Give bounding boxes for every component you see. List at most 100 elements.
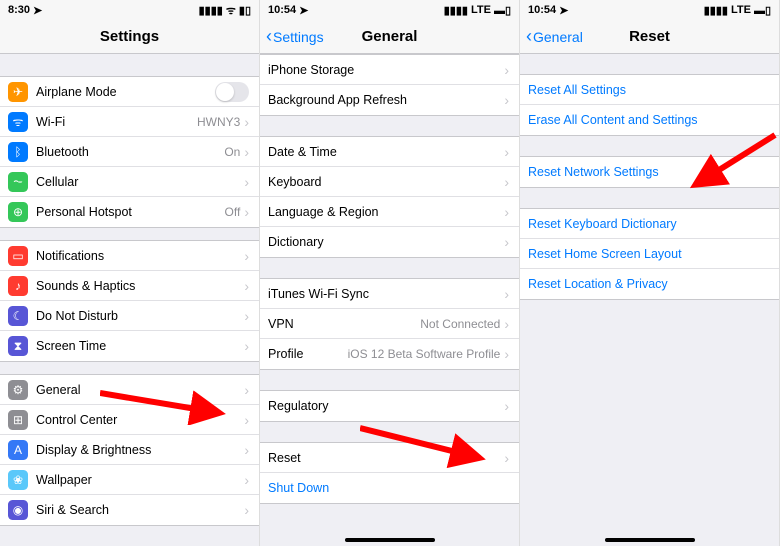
row-iphone-storage[interactable]: iPhone Storage› <box>260 55 519 85</box>
row-general[interactable]: ⚙ General› <box>0 375 259 405</box>
chevron-right-icon: › <box>244 382 249 398</box>
label: Regulatory <box>268 399 504 413</box>
label: Reset Home Screen Layout <box>528 247 769 261</box>
wallpaper-icon: ❀ <box>8 470 28 490</box>
label: Reset Network Settings <box>528 165 769 179</box>
chevron-right-icon: › <box>504 398 509 414</box>
row-display-brightness[interactable]: ADisplay & Brightness› <box>0 435 259 465</box>
row-shut-down[interactable]: Shut Down <box>260 473 519 503</box>
row-reset-all-settings[interactable]: Reset All Settings <box>520 75 779 105</box>
row-airplane-mode[interactable]: ✈Airplane Mode <box>0 77 259 107</box>
label: Profile <box>268 347 348 361</box>
settings-list[interactable]: ✈Airplane ModeᯤWi-FiHWNY3›ᛒBluetoothOn›⏦… <box>0 54 259 546</box>
row-regulatory[interactable]: Regulatory› <box>260 391 519 421</box>
chevron-right-icon: › <box>244 412 249 428</box>
row-itunes-wi-fi-sync[interactable]: iTunes Wi-Fi Sync› <box>260 279 519 309</box>
row-reset-home-screen-layout[interactable]: Reset Home Screen Layout <box>520 239 779 269</box>
row-do-not-disturb[interactable]: ☾ Do Not Disturb› <box>0 301 259 331</box>
chevron-right-icon: › <box>244 472 249 488</box>
label: iTunes Wi-Fi Sync <box>268 287 504 301</box>
row-language-region[interactable]: Language & Region› <box>260 197 519 227</box>
chevron-right-icon: › <box>504 450 509 466</box>
label: Reset Keyboard Dictionary <box>528 217 769 231</box>
row-vpn[interactable]: VPNNot Connected › <box>260 309 519 339</box>
row-notifications[interactable]: ▭Notifications› <box>0 241 259 271</box>
reset-screen: 10:54➤ ▮▮▮▮LTE▬▯ ‹General Reset Reset Al… <box>520 0 780 546</box>
home-indicator[interactable] <box>345 538 435 542</box>
row-keyboard[interactable]: Keyboard› <box>260 167 519 197</box>
network-label: LTE <box>731 4 751 16</box>
nav-bar: ‹General Reset <box>520 20 779 54</box>
general-icon: ⚙ <box>8 380 28 400</box>
wi-fi-icon: ᯤ <box>8 112 28 132</box>
row-reset-location-privacy[interactable]: Reset Location & Privacy <box>520 269 779 299</box>
row-dictionary[interactable]: Dictionary› <box>260 227 519 257</box>
row-sounds-haptics[interactable]: ♪Sounds & Haptics› <box>0 271 259 301</box>
chevron-left-icon: ‹ <box>266 26 272 47</box>
battery-icon: ▬▯ <box>494 4 511 17</box>
back-button[interactable]: ‹General <box>520 26 583 47</box>
label: Do Not Disturb <box>36 309 244 323</box>
row-profile[interactable]: ProfileiOS 12 Beta Software Profile› <box>260 339 519 369</box>
chevron-left-icon: ‹ <box>526 26 532 47</box>
row-cellular[interactable]: ⏦Cellular› <box>0 167 259 197</box>
status-bar: 10:54➤ ▮▮▮▮LTE▬▯ <box>260 0 519 20</box>
row-siri-search[interactable]: ◉Siri & Search› <box>0 495 259 525</box>
chevron-right-icon: › <box>504 92 509 108</box>
row-wi-fi[interactable]: ᯤWi-FiHWNY3› <box>0 107 259 137</box>
chevron-right-icon: › <box>504 316 509 332</box>
chevron-right-icon: › <box>244 248 249 264</box>
do-not-disturb-icon: ☾ <box>8 306 28 326</box>
status-bar: 8:30➤ ▮▮▮▮ᯤ▮▯ <box>0 0 259 20</box>
row-reset-keyboard-dictionary[interactable]: Reset Keyboard Dictionary <box>520 209 779 239</box>
label: Dictionary <box>268 235 504 249</box>
siri-search-icon: ◉ <box>8 500 28 520</box>
notifications-icon: ▭ <box>8 246 28 266</box>
reset-list[interactable]: Reset All SettingsErase All Content and … <box>520 54 779 546</box>
label: Bluetooth <box>36 145 224 159</box>
label: Airplane Mode <box>36 85 215 99</box>
row-date-time[interactable]: Date & Time› <box>260 137 519 167</box>
row-screen-time[interactable]: ⧗Screen Time› <box>0 331 259 361</box>
row-reset[interactable]: Reset› <box>260 443 519 473</box>
back-button[interactable]: ‹Settings <box>260 26 324 47</box>
row-erase-all-content-and-settings[interactable]: Erase All Content and Settings <box>520 105 779 135</box>
value: Not Connected <box>420 317 500 331</box>
label: Language & Region <box>268 205 504 219</box>
label: Personal Hotspot <box>36 205 225 219</box>
row-reset-network-settings[interactable]: Reset Network Settings <box>520 157 779 187</box>
status-time: 8:30 <box>8 4 30 16</box>
back-label: General <box>533 29 583 45</box>
label: General <box>36 383 244 397</box>
status-bar: 10:54➤ ▮▮▮▮LTE▬▯ <box>520 0 779 20</box>
chevron-right-icon: › <box>244 308 249 324</box>
label: Reset <box>268 451 504 465</box>
signal-icon: ▮▮▮▮ <box>199 4 223 17</box>
chevron-right-icon: › <box>244 174 249 190</box>
label: Screen Time <box>36 339 244 353</box>
label: Reset Location & Privacy <box>528 277 769 291</box>
personal-hotspot-icon: ⊕ <box>8 202 28 222</box>
row-bluetooth[interactable]: ᛒBluetoothOn› <box>0 137 259 167</box>
chevron-right-icon: › <box>504 144 509 160</box>
label: iPhone Storage <box>268 63 504 77</box>
row-background-app-refresh[interactable]: Background App Refresh› <box>260 85 519 115</box>
toggle[interactable] <box>215 82 249 102</box>
row-wallpaper[interactable]: ❀Wallpaper› <box>0 465 259 495</box>
battery-icon: ▮▯ <box>239 4 251 17</box>
location-icon: ➤ <box>299 4 308 17</box>
screen-time-icon: ⧗ <box>8 336 28 356</box>
chevron-right-icon: › <box>244 114 249 130</box>
label: Background App Refresh <box>268 93 504 107</box>
general-list[interactable]: iPhone Storage›Background App Refresh› D… <box>260 54 519 546</box>
network-label: LTE <box>471 4 491 16</box>
nav-bar: Settings <box>0 20 259 54</box>
row-control-center[interactable]: ⊞Control Center› <box>0 405 259 435</box>
label: VPN <box>268 317 420 331</box>
row-personal-hotspot[interactable]: ⊕Personal HotspotOff› <box>0 197 259 227</box>
home-indicator[interactable] <box>605 538 695 542</box>
label: Control Center <box>36 413 244 427</box>
chevron-right-icon: › <box>244 502 249 518</box>
chevron-right-icon: › <box>244 204 249 220</box>
wifi-icon: ᯤ <box>226 3 236 18</box>
